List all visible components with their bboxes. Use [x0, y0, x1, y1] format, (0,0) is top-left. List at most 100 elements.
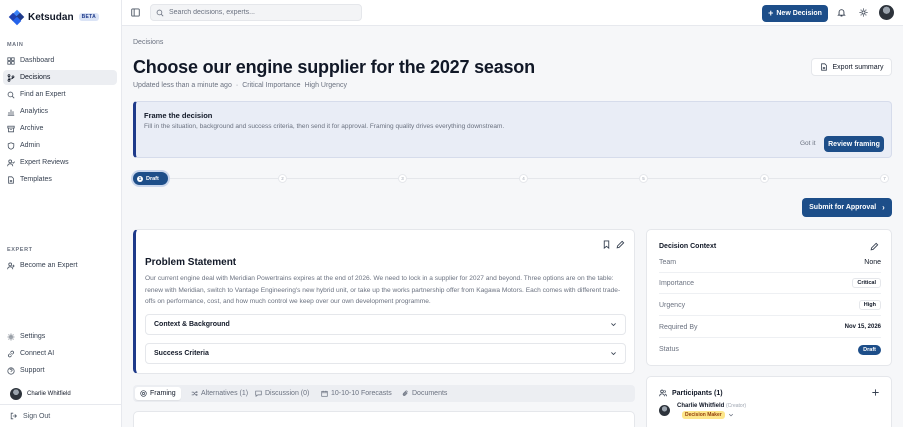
user-check-icon	[7, 159, 15, 166]
sidebar-item-label: Admin	[20, 142, 40, 149]
participant-name: Charlie Whitfield (Creator)	[677, 403, 746, 409]
step-6[interactable]: 6	[760, 174, 769, 183]
search-bar[interactable]	[150, 4, 362, 21]
page-meta: Updated less than a minute ago · Critica…	[133, 82, 347, 89]
tab-documents[interactable]: Documents	[397, 387, 452, 400]
tab-label: Discussion (0)	[265, 390, 310, 397]
main-section-label: MAIN	[7, 42, 24, 48]
row-label: Team	[659, 258, 677, 266]
sidebar-item-label: Become an Expert	[20, 262, 78, 269]
context-row-required-by: Required By Nov 15, 2026	[659, 317, 881, 338]
tab-forecasts[interactable]: 10-10-10 Forecasts	[316, 387, 397, 400]
shield-icon	[7, 141, 15, 150]
step-4[interactable]: 4	[519, 174, 528, 183]
sidebar-item-label: Support	[20, 367, 45, 374]
sidebar-item-decisions[interactable]: Decisions	[3, 70, 117, 85]
step-label: Draft	[146, 175, 159, 182]
decision-context-title: Decision Context	[659, 243, 717, 250]
tab-discussion[interactable]: Discussion (0)	[250, 387, 314, 400]
context-row-status: Status Draft	[659, 339, 881, 360]
sidebar-item-archive[interactable]: Archive	[3, 121, 117, 136]
sidebar-item-label: Find an Expert	[20, 91, 66, 98]
row-label: Urgency	[659, 301, 686, 309]
brand[interactable]: Ketsudan BETA	[8, 9, 100, 25]
chevron-down-icon	[728, 413, 733, 417]
plus-icon[interactable]	[871, 388, 880, 397]
sidebar-item-find-an-expert[interactable]: Find an Expert	[3, 87, 117, 102]
participant-name-text: Charlie Whitfield	[677, 403, 725, 409]
users-icon	[659, 389, 667, 397]
sidebar-item-templates[interactable]: Templates	[3, 172, 117, 187]
sidebar-item-analytics[interactable]: Analytics	[3, 104, 117, 119]
step-5[interactable]: 5	[639, 174, 648, 183]
sidebar-item-settings[interactable]: Settings	[3, 329, 117, 344]
paperclip-icon	[402, 390, 408, 396]
row-label: Importance	[659, 279, 695, 287]
ketsudan-logo-icon	[8, 9, 25, 25]
sidebar-toggle-icon[interactable]	[131, 8, 140, 17]
sidebar-item-label: Archive	[20, 125, 44, 132]
sidebar-item-support[interactable]: Support	[3, 363, 117, 378]
problem-statement-text: Our current engine deal with Meridian Po…	[145, 275, 621, 305]
divider	[0, 404, 121, 405]
stepper-track	[137, 178, 889, 179]
problem-statement-card: Problem Statement Our current engine dea…	[133, 229, 635, 374]
tab-alternatives[interactable]: Alternatives (1)	[186, 387, 253, 400]
step-7[interactable]: 7	[880, 174, 889, 183]
step-3[interactable]: 3	[398, 174, 407, 183]
grid-icon	[7, 56, 15, 65]
user-profile[interactable]: Charlie Whitfield	[10, 388, 71, 400]
step-number: 1	[137, 175, 143, 182]
tab-label: Framing	[150, 390, 176, 397]
section-label: Context & Background	[154, 321, 230, 328]
pencil-icon[interactable]	[870, 242, 879, 251]
sidebar: Ketsudan BETA MAIN Dashboard Decisions F…	[0, 0, 122, 427]
participants-title: Participants (1)	[672, 389, 723, 397]
participant-role[interactable]: Decision Maker	[682, 411, 734, 419]
pencil-icon[interactable]	[616, 240, 625, 249]
tab-framing[interactable]: Framing	[135, 387, 181, 400]
bell-icon[interactable]	[837, 8, 846, 17]
tab-label: 10-10-10 Forecasts	[331, 390, 392, 397]
sun-icon[interactable]	[859, 8, 868, 17]
sidebar-item-label: Dashboard	[20, 57, 55, 64]
new-decision-button[interactable]: + New Decision	[762, 5, 828, 22]
user-name: Charlie Whitfield	[27, 391, 71, 397]
user-plus-icon	[7, 262, 15, 269]
sidebar-item-become-an-expert[interactable]: Become an Expert	[3, 258, 117, 273]
export-summary-button[interactable]: Export summary	[811, 58, 892, 76]
got-it-button[interactable]: Got it	[800, 140, 816, 147]
sidebar-item-expert-reviews[interactable]: Expert Reviews	[3, 155, 117, 170]
avatar	[10, 388, 22, 400]
avatar[interactable]	[879, 5, 894, 20]
bookmark-icon[interactable]	[602, 240, 611, 249]
context-row-urgency: Urgency High	[659, 295, 881, 316]
section-label: Success Criteria	[154, 350, 209, 357]
submit-for-approval-button[interactable]: Submit for Approval ›	[802, 198, 892, 217]
log-out-icon	[10, 412, 17, 420]
beta-badge: BETA	[78, 13, 100, 21]
link-icon	[8, 350, 14, 357]
decision-tabs: Framing Alternatives (1) Discussion (0) …	[133, 385, 635, 402]
sidebar-item-label: Analytics	[20, 108, 49, 115]
calendar-icon	[321, 390, 328, 397]
breadcrumb[interactable]: Decisions	[133, 39, 163, 46]
tab-label: Documents	[412, 390, 448, 397]
participants-header: Participants (1)	[659, 389, 723, 397]
chevron-down-icon	[611, 352, 616, 356]
success-criteria-section[interactable]: Success Criteria	[145, 343, 626, 364]
sidebar-item-admin[interactable]: Admin	[3, 138, 117, 153]
step-draft[interactable]: 1 Draft	[133, 172, 168, 185]
sidebar-item-connect-ai[interactable]: Connect AI	[3, 346, 117, 361]
sign-out-button[interactable]: Sign Out	[10, 412, 50, 420]
step-2[interactable]: 2	[278, 174, 287, 183]
sidebar-item-label: Templates	[20, 176, 52, 183]
git-branch-icon	[7, 73, 15, 82]
review-framing-button[interactable]: Review framing	[824, 136, 884, 152]
top-bar: + New Decision	[122, 0, 903, 26]
search-input[interactable]	[169, 9, 359, 16]
context-background-section[interactable]: Context & Background	[145, 314, 626, 335]
help-icon	[7, 366, 15, 375]
gear-icon	[7, 333, 15, 340]
sidebar-item-dashboard[interactable]: Dashboard	[3, 53, 117, 68]
